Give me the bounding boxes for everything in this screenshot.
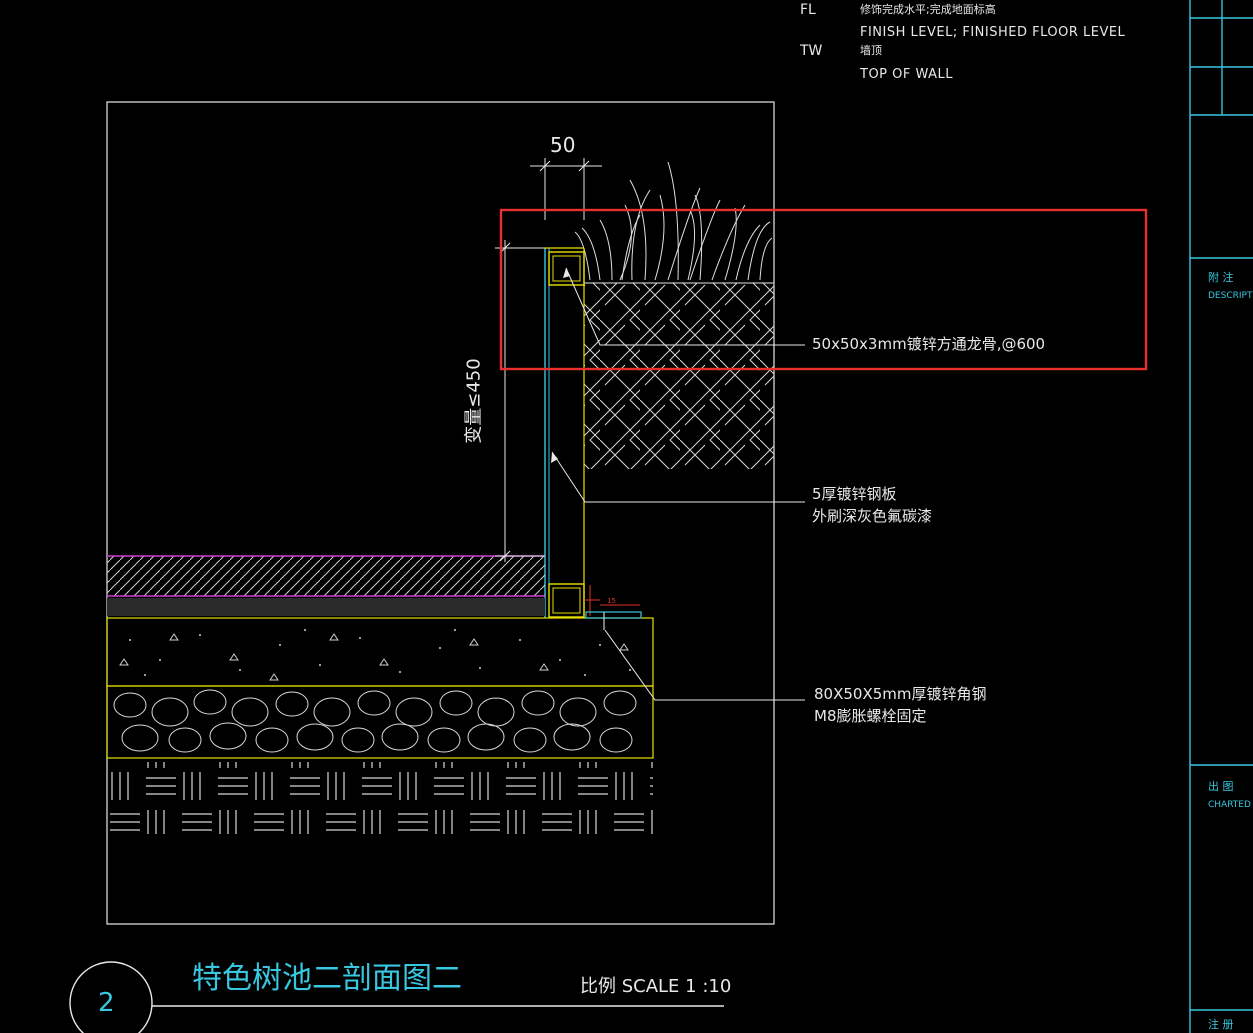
legend-en-fl: FINISH LEVEL; FINISHED FLOOR LEVEL [860, 25, 1126, 40]
title-block-desc-cn: 附 注 [1208, 271, 1234, 284]
concrete-slab [106, 617, 654, 687]
callout-angle-1: 80X50X5mm厚镀锌角钢 [814, 685, 987, 703]
gravel-layer [106, 685, 654, 759]
dimension-50-label: 50 [550, 133, 576, 157]
drawing-title: 特色树池二剖面图二 [192, 961, 462, 996]
concrete-speckle [129, 629, 631, 676]
title-block-chart-cn: 出 图 [1208, 780, 1234, 793]
title-block-bottom-cn: 注 册 [1208, 1018, 1234, 1031]
callout-steel-plate-2: 外刷深灰色氟碳漆 [812, 507, 933, 525]
legend-cn-fl: 修饰完成水平;完成地面标高 [860, 3, 996, 16]
legend-cn-tw: 墙顶 [860, 44, 882, 57]
drawing-scale: 比例 SCALE 1 :10 [580, 976, 732, 997]
section-drawing [69, 0, 1253, 1033]
callout-steel-tube: 50x50x3mm镀锌方通龙骨,@600 [812, 335, 1046, 353]
angle-steel [584, 585, 642, 630]
gravel-stones [113, 689, 637, 753]
paving-layer [107, 556, 545, 596]
steel-plate-wall [544, 247, 585, 618]
title-block-border [1189, 0, 1253, 1033]
planting-soil-hatch [584, 283, 774, 469]
title-block-chart-en: CHARTED [1208, 800, 1251, 810]
grass [574, 161, 773, 281]
dimension-small-label: 15 [607, 597, 616, 605]
legend-en-tw: TOP OF WALL [860, 67, 954, 82]
callout-steel-plate-1: 5厚镀锌钢板 [812, 485, 897, 503]
dimension-vertical [495, 240, 545, 562]
bottom-steel-tube [548, 583, 585, 618]
legend-code-fl: FL [800, 2, 816, 18]
section-number: 2 [98, 988, 115, 1018]
legend-code-tw: TW [800, 43, 823, 59]
mortar-layer [107, 598, 545, 616]
compacted-soil [107, 762, 653, 834]
callout-angle-2: M8膨胀螺栓固定 [814, 707, 927, 725]
title-block-desc-en: DESCRIPTION [1208, 291, 1253, 301]
dimension-vertical-label: 变量≤450 [463, 358, 485, 444]
